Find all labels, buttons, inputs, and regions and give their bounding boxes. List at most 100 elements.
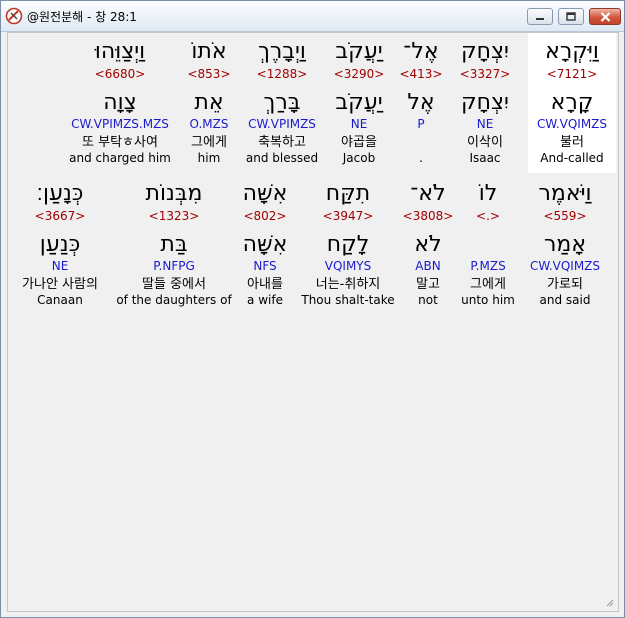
verse-row-2: וַיֹּאמֶר <559> אָמַר CW.VQIMZS 가로되 and said ל… — [8, 175, 618, 315]
hebrew-word: אֹתוֹ — [191, 39, 227, 64]
english-gloss: Isaac — [469, 151, 501, 165]
word-cell[interactable]: יִצְחָק <3327> יִצְחָק NE 이삭이 Isaac — [454, 33, 516, 173]
strong-number: <3808> — [402, 209, 454, 223]
strong-number: <413> — [399, 67, 443, 81]
korean-gloss: 말고 — [416, 277, 440, 292]
root-word: בָּרַךְ — [263, 90, 301, 115]
strong-number: <.> — [476, 209, 500, 223]
strong-number: <559> — [543, 209, 587, 223]
root-word: לָקַח — [326, 232, 370, 257]
hebrew-word: וַיִּקְרָא — [545, 39, 599, 64]
english-gloss: Thou shalt-take — [301, 293, 395, 307]
word-cell[interactable]: אֶל־ <413> אֶל P. — [396, 33, 446, 173]
word-cell[interactable]: כְּנָעַן׃ <3667> כְּנַעַן NE 가나안 사람의 Canaan — [8, 175, 112, 313]
english-gloss: not — [418, 293, 438, 307]
title-bar[interactable]: @원전분해 - 창 28:1 — [1, 1, 624, 32]
hebrew-word: אִשָּׁה — [242, 181, 288, 206]
english-gloss: and charged him — [69, 151, 171, 165]
parsing-code: VQIMYS — [324, 259, 372, 273]
app-icon — [5, 7, 23, 25]
english-gloss: of the daughters of — [116, 293, 232, 307]
strong-number: <3947> — [322, 209, 374, 223]
strong-number: <1288> — [256, 67, 308, 81]
close-button[interactable] — [589, 8, 621, 25]
window-title: @원전분해 - 창 28:1 — [27, 10, 137, 24]
root-word: אֵת — [194, 90, 224, 115]
analysis-pane[interactable]: וַיִּקְרָא <7121> קָרָא CW.VQIMZS 불러 And-call… — [7, 32, 619, 612]
parsing-code: NFS — [253, 259, 277, 273]
root-word: לֹא — [414, 232, 442, 257]
korean-gloss — [396, 134, 446, 151]
korean-gloss: 아내를 — [247, 277, 283, 292]
maximize-icon — [566, 12, 576, 21]
korean-gloss: 축복하고 — [258, 135, 306, 150]
minimize-icon — [536, 17, 544, 20]
root-word: בַּת — [160, 232, 188, 257]
english-gloss: And-called — [540, 151, 604, 165]
minimize-button[interactable] — [527, 8, 553, 25]
strong-number: <6680> — [94, 67, 146, 81]
korean-gloss: 그에게 — [191, 135, 227, 150]
root-word: יַעֲקֹב — [335, 90, 383, 115]
word-cell[interactable]: מִבְּנוֹת <1323> בַּת P.NFPG 딸들 중에서 of the da… — [116, 175, 232, 313]
resize-grip-icon[interactable] — [604, 597, 614, 607]
korean-gloss: 또 부탁ㅎ사여 — [82, 135, 158, 150]
parsing-code: NE — [350, 117, 368, 131]
strong-number: <3667> — [34, 209, 86, 223]
app-window: @원전분해 - 창 28:1 וַיִּקְרָא <7121> קָרָא CW.V… — [0, 0, 625, 618]
hebrew-word: לֹא־ — [410, 181, 446, 206]
root-word: קָרָא — [550, 90, 594, 115]
root-word: אָמַר — [543, 232, 587, 257]
english-gloss: and said — [539, 293, 591, 307]
root-word: אִשָּׁה — [242, 232, 288, 257]
strong-number: <7121> — [546, 67, 598, 81]
korean-gloss: 야곱을 — [341, 135, 377, 150]
korean-gloss: 딸들 중에서 — [142, 277, 206, 292]
parsing-code: O.MZS — [189, 117, 229, 131]
parsing-code: P.NFPG — [153, 259, 195, 273]
word-cell[interactable]: וַיְצַוֵּהוּ <6680> צָוָה CW.VPIMZS.MZS 또 부탁… — [64, 33, 176, 173]
close-icon — [600, 11, 610, 22]
strong-number: <3327> — [459, 67, 511, 81]
korean-gloss: 그에게 — [470, 277, 506, 292]
root-word: צָוָה — [103, 90, 137, 115]
hebrew-word: יַעֲקֹב — [335, 39, 383, 64]
english-gloss: Jacob — [342, 151, 376, 165]
english-gloss: a wife — [247, 293, 283, 307]
hebrew-word: תִקַּח — [325, 181, 371, 206]
word-cell[interactable]: וַיְבָרֶךְ <1288> בָּרַךְ CW.VPIMZS 축복하고 and … — [242, 33, 322, 173]
word-cell[interactable]: תִקַּח <3947> לָקַח VQIMYS 너는-취하지 Thou shalt-… — [300, 175, 396, 313]
korean-gloss: 이삭이 — [467, 135, 503, 150]
hebrew-word: אֶל־ — [403, 39, 439, 64]
english-gloss: him — [197, 151, 221, 165]
hebrew-word: וַיְבָרֶךְ — [258, 39, 306, 64]
word-cell[interactable]: אֹתוֹ <853> אֵת O.MZS 그에게 him — [182, 33, 236, 173]
maximize-button[interactable] — [558, 8, 584, 25]
korean-gloss: 가나안 사람의 — [22, 277, 98, 292]
korean-gloss: 가로되 — [547, 277, 583, 292]
word-cell[interactable]: וַיִּקְרָא <7121> קָרָא CW.VQIMZS 불러 And-call… — [528, 33, 616, 173]
word-cell[interactable]: וַיֹּאמֶר <559> אָמַר CW.VQIMZS 가로되 and said — [522, 175, 608, 313]
word-cell[interactable]: אִשָּׁה <802> אִשָּׁה NFS 아내를 a wife — [234, 175, 296, 313]
parsing-code: CW.VPIMZS — [248, 117, 316, 131]
word-cell[interactable]: לוֹ <.> P.MZS 그에게 unto him — [458, 175, 518, 313]
verse-row-1: וַיִּקְרָא <7121> קָרָא CW.VQIMZS 불러 And-call… — [8, 33, 618, 175]
word-cell[interactable]: יַעֲקֹב <3290> יַעֲקֹב NE 야곱을 Jacob — [328, 33, 390, 173]
parsing-code: CW.VQIMZS — [529, 259, 601, 273]
english-gloss: . — [419, 151, 423, 165]
english-gloss: and blessed — [245, 151, 319, 165]
hebrew-word: יִצְחָק — [461, 39, 509, 64]
korean-gloss: 불러 — [560, 135, 584, 150]
hebrew-word: לוֹ — [478, 181, 498, 206]
strong-number: <802> — [243, 209, 287, 223]
english-gloss: Canaan — [37, 293, 83, 307]
word-cell[interactable]: לֹא־ <3808> לֹא ABN 말고 not — [402, 175, 454, 313]
korean-gloss: 너는-취하지 — [315, 277, 381, 292]
parsing-code: NE — [476, 117, 494, 131]
strong-number: <3290> — [333, 67, 385, 81]
hebrew-word: כְּנָעַן׃ — [36, 181, 84, 206]
strong-number: <853> — [187, 67, 231, 81]
root-word — [458, 232, 518, 258]
hebrew-word: מִבְּנוֹת — [145, 181, 203, 206]
root-word: אֶל — [407, 90, 435, 115]
